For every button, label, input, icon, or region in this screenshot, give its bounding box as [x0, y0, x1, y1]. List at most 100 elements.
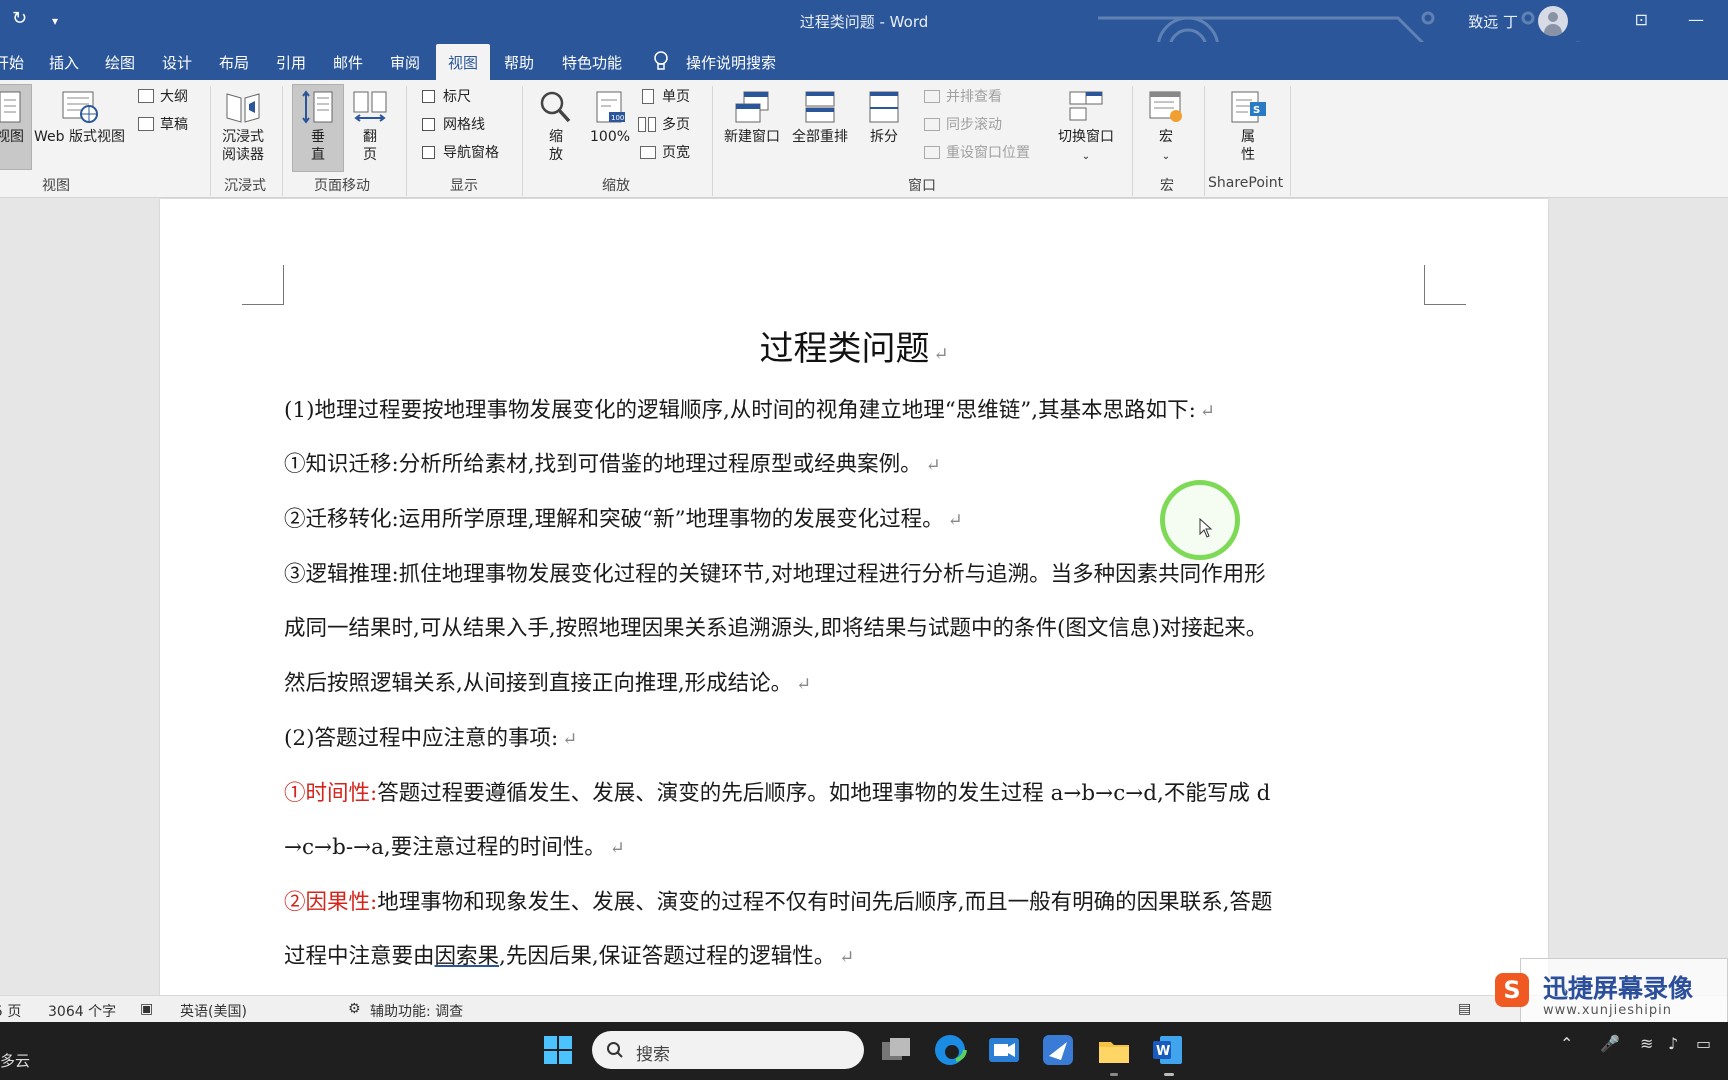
- switch-windows-button[interactable]: 切换窗口 ⌄: [1058, 90, 1114, 166]
- draft-label: 草稿: [160, 117, 188, 133]
- crop-mark-top-right: [1424, 265, 1466, 305]
- page-width-button[interactable]: 页宽: [640, 144, 690, 162]
- zoom-button[interactable]: 缩 放: [538, 90, 574, 164]
- paragraph-2[interactable]: ①知识迁移:分析所给素材,找到可借鉴的地理过程原型或经典案例。 ↵: [284, 447, 941, 478]
- navigation-pane-checkbox[interactable]: 导航窗格: [422, 144, 499, 162]
- tab-draw[interactable]: 绘图: [105, 52, 135, 73]
- sync-scroll-label: 同步滚动: [946, 117, 1002, 133]
- recorder-logo-icon: S: [1495, 973, 1529, 1007]
- tab-home[interactable]: 开始: [0, 52, 24, 73]
- tab-references[interactable]: 引用: [276, 52, 306, 73]
- ribbon: 视图 Web 版式视图 大纲 草稿 视图 沉浸式 阅读器 沉浸式 垂 直 翻 页…: [0, 80, 1728, 198]
- page-count[interactable]: 5 页: [0, 1001, 21, 1021]
- svg-text:S: S: [1253, 105, 1260, 116]
- paragraph-3[interactable]: ②迁移转化:运用所学原理,理解和突破“新”地理事物的发展变化过程。 ↵: [284, 502, 963, 533]
- recorder-watermark: S 迅捷屏幕录像 www.xunjieshipin: [1495, 958, 1728, 1024]
- side-to-side-label-1: 翻: [363, 129, 377, 145]
- multiple-pages-label: 多页: [662, 117, 690, 133]
- ribbon-display-icon[interactable]: ⊡: [1635, 10, 1648, 29]
- ruler-checkbox[interactable]: 标尺: [422, 88, 471, 106]
- gridlines-checkbox[interactable]: 网格线: [422, 116, 485, 134]
- tab-view[interactable]: 视图: [436, 44, 491, 80]
- tab-layout[interactable]: 布局: [219, 52, 249, 73]
- paragraph-6[interactable]: 然后按照逻辑关系,从间接到直接正向推理,形成结论。 ↵: [284, 666, 811, 697]
- wifi-icon[interactable]: ≋: [1640, 1034, 1653, 1053]
- multiple-pages-icon: [638, 117, 646, 132]
- task-view-icon[interactable]: [878, 1032, 914, 1068]
- group-label-zoom: 缩放: [602, 178, 630, 194]
- tab-review[interactable]: 审阅: [390, 52, 420, 73]
- outline-button[interactable]: 大纲: [138, 88, 188, 106]
- web-layout-button[interactable]: Web 版式视图: [34, 90, 125, 146]
- feishu-icon[interactable]: [1040, 1032, 1076, 1068]
- read-mode-button[interactable]: 视图: [0, 90, 24, 146]
- paragraph-7[interactable]: (2)答题过程中应注意的事项: ↵: [284, 721, 577, 752]
- one-page-button[interactable]: 单页: [642, 88, 690, 106]
- word-count[interactable]: 3064 个字: [48, 1001, 116, 1021]
- magnifier-icon: [540, 91, 571, 123]
- volume-icon[interactable]: ♪: [1668, 1034, 1678, 1053]
- watermark-url: www.xunjieshipin: [1543, 1003, 1672, 1018]
- paragraph-5[interactable]: 成同一结果时,可从结果入手,按照地理因果关系追溯源头,即将结果与试题中的条件(图…: [284, 611, 1267, 642]
- microphone-icon[interactable]: 🎤: [1600, 1034, 1620, 1053]
- reset-position-label: 重设窗口位置: [946, 145, 1030, 161]
- split-icon: [869, 91, 899, 123]
- document-heading[interactable]: 过程类问题 ↵: [160, 321, 1548, 370]
- document-page[interactable]: 过程类问题 ↵ (1)地理过程要按地理事物发展变化的逻辑顺序,从时间的视角建立地理…: [160, 199, 1548, 995]
- edge-browser-icon[interactable]: [932, 1032, 968, 1068]
- highlight-time: ①时间性:: [284, 781, 378, 806]
- properties-button[interactable]: S 属 性: [1228, 90, 1268, 164]
- paragraph-10[interactable]: ②因果性:地理事物和现象发生、发展、演变的过程不仅有时间先后顺序,而且一般有明确…: [284, 885, 1272, 916]
- accessibility-icon[interactable]: ⚙: [348, 1001, 361, 1017]
- tray-overflow-icon[interactable]: ⌃: [1560, 1034, 1573, 1053]
- view-side-by-side-button[interactable]: 并排查看: [924, 88, 1002, 106]
- proofing-icon[interactable]: ▣: [140, 1001, 153, 1017]
- new-window-button[interactable]: 新建窗口: [724, 90, 780, 146]
- side-by-side-icon: [924, 90, 940, 103]
- vertical-button[interactable]: 垂 直: [300, 90, 336, 164]
- group-label-immersive: 沉浸式: [224, 178, 266, 194]
- file-explorer-icon[interactable]: [1096, 1032, 1132, 1068]
- immersive-reader-icon: [226, 93, 260, 123]
- screen-recorder-icon[interactable]: [986, 1032, 1022, 1068]
- paragraph-9[interactable]: →c→b-→a,要注意过程的时间性。 ↵: [284, 830, 625, 861]
- reset-window-position-button[interactable]: 重设窗口位置: [924, 144, 1030, 162]
- word-app-icon[interactable]: W: [1150, 1032, 1186, 1068]
- tab-mailings[interactable]: 邮件: [333, 52, 363, 73]
- arrange-all-button[interactable]: 全部重排: [792, 90, 848, 146]
- immersive-reader-button[interactable]: 沉浸式 阅读器: [222, 90, 264, 164]
- user-name[interactable]: 致远 丁: [1468, 11, 1518, 32]
- web-layout-label: Web 版式视图: [34, 129, 125, 145]
- new-window-icon: [735, 91, 769, 123]
- one-page-label: 单页: [662, 89, 690, 105]
- synchronous-scrolling-button[interactable]: 同步滚动: [924, 116, 1002, 134]
- draft-icon: [138, 117, 154, 131]
- windows-start-icon[interactable]: [540, 1032, 576, 1068]
- paragraph-8[interactable]: ①时间性:答题过程要遵循发生、发展、演变的先后顺序。如地理事物的发生过程 a→b…: [284, 776, 1270, 807]
- paragraph-4[interactable]: ③逻辑推理:抓住地理事物发展变化过程的关键环节,对地理过程进行分析与追溯。当多种…: [284, 557, 1266, 588]
- paragraph-11[interactable]: 过程中注意要由因索果,先因后果,保证答题过程的逻辑性。 ↵: [284, 939, 854, 970]
- tell-me-search[interactable]: 操作说明搜索: [686, 52, 776, 73]
- taskbar-search[interactable]: 搜索: [592, 1031, 864, 1069]
- zoom-100-icon: 100: [596, 91, 626, 123]
- split-button[interactable]: 拆分: [866, 90, 902, 146]
- paragraph-1[interactable]: (1)地理过程要按地理事物发展变化的逻辑顺序,从时间的视角建立地理“思维链”,其…: [284, 393, 1215, 424]
- avatar[interactable]: [1538, 6, 1568, 36]
- language-indicator[interactable]: 英语(美国): [180, 1001, 247, 1021]
- side-to-side-button[interactable]: 翻 页: [352, 90, 388, 164]
- zoom-100-button[interactable]: 100 100%: [590, 90, 630, 146]
- battery-icon[interactable]: ▭: [1696, 1034, 1711, 1053]
- multiple-pages-button[interactable]: 多页: [638, 116, 690, 134]
- macros-button[interactable]: 宏 ⌄: [1148, 90, 1184, 166]
- properties-label-1: 属: [1241, 129, 1255, 145]
- weather-status[interactable]: 多云: [0, 1050, 30, 1071]
- minimize-button[interactable]: —: [1688, 10, 1704, 29]
- accessibility-status[interactable]: 辅助功能: 调查: [370, 1001, 463, 1021]
- tab-design[interactable]: 设计: [162, 52, 192, 73]
- tab-special-features[interactable]: 特色功能: [562, 52, 622, 73]
- tab-insert[interactable]: 插入: [49, 52, 79, 73]
- read-mode-view-icon[interactable]: ▤: [1458, 1001, 1471, 1017]
- draft-button[interactable]: 草稿: [138, 116, 188, 134]
- watermark-brand: 迅捷屏幕录像: [1543, 974, 1694, 1003]
- tab-help[interactable]: 帮助: [504, 52, 534, 73]
